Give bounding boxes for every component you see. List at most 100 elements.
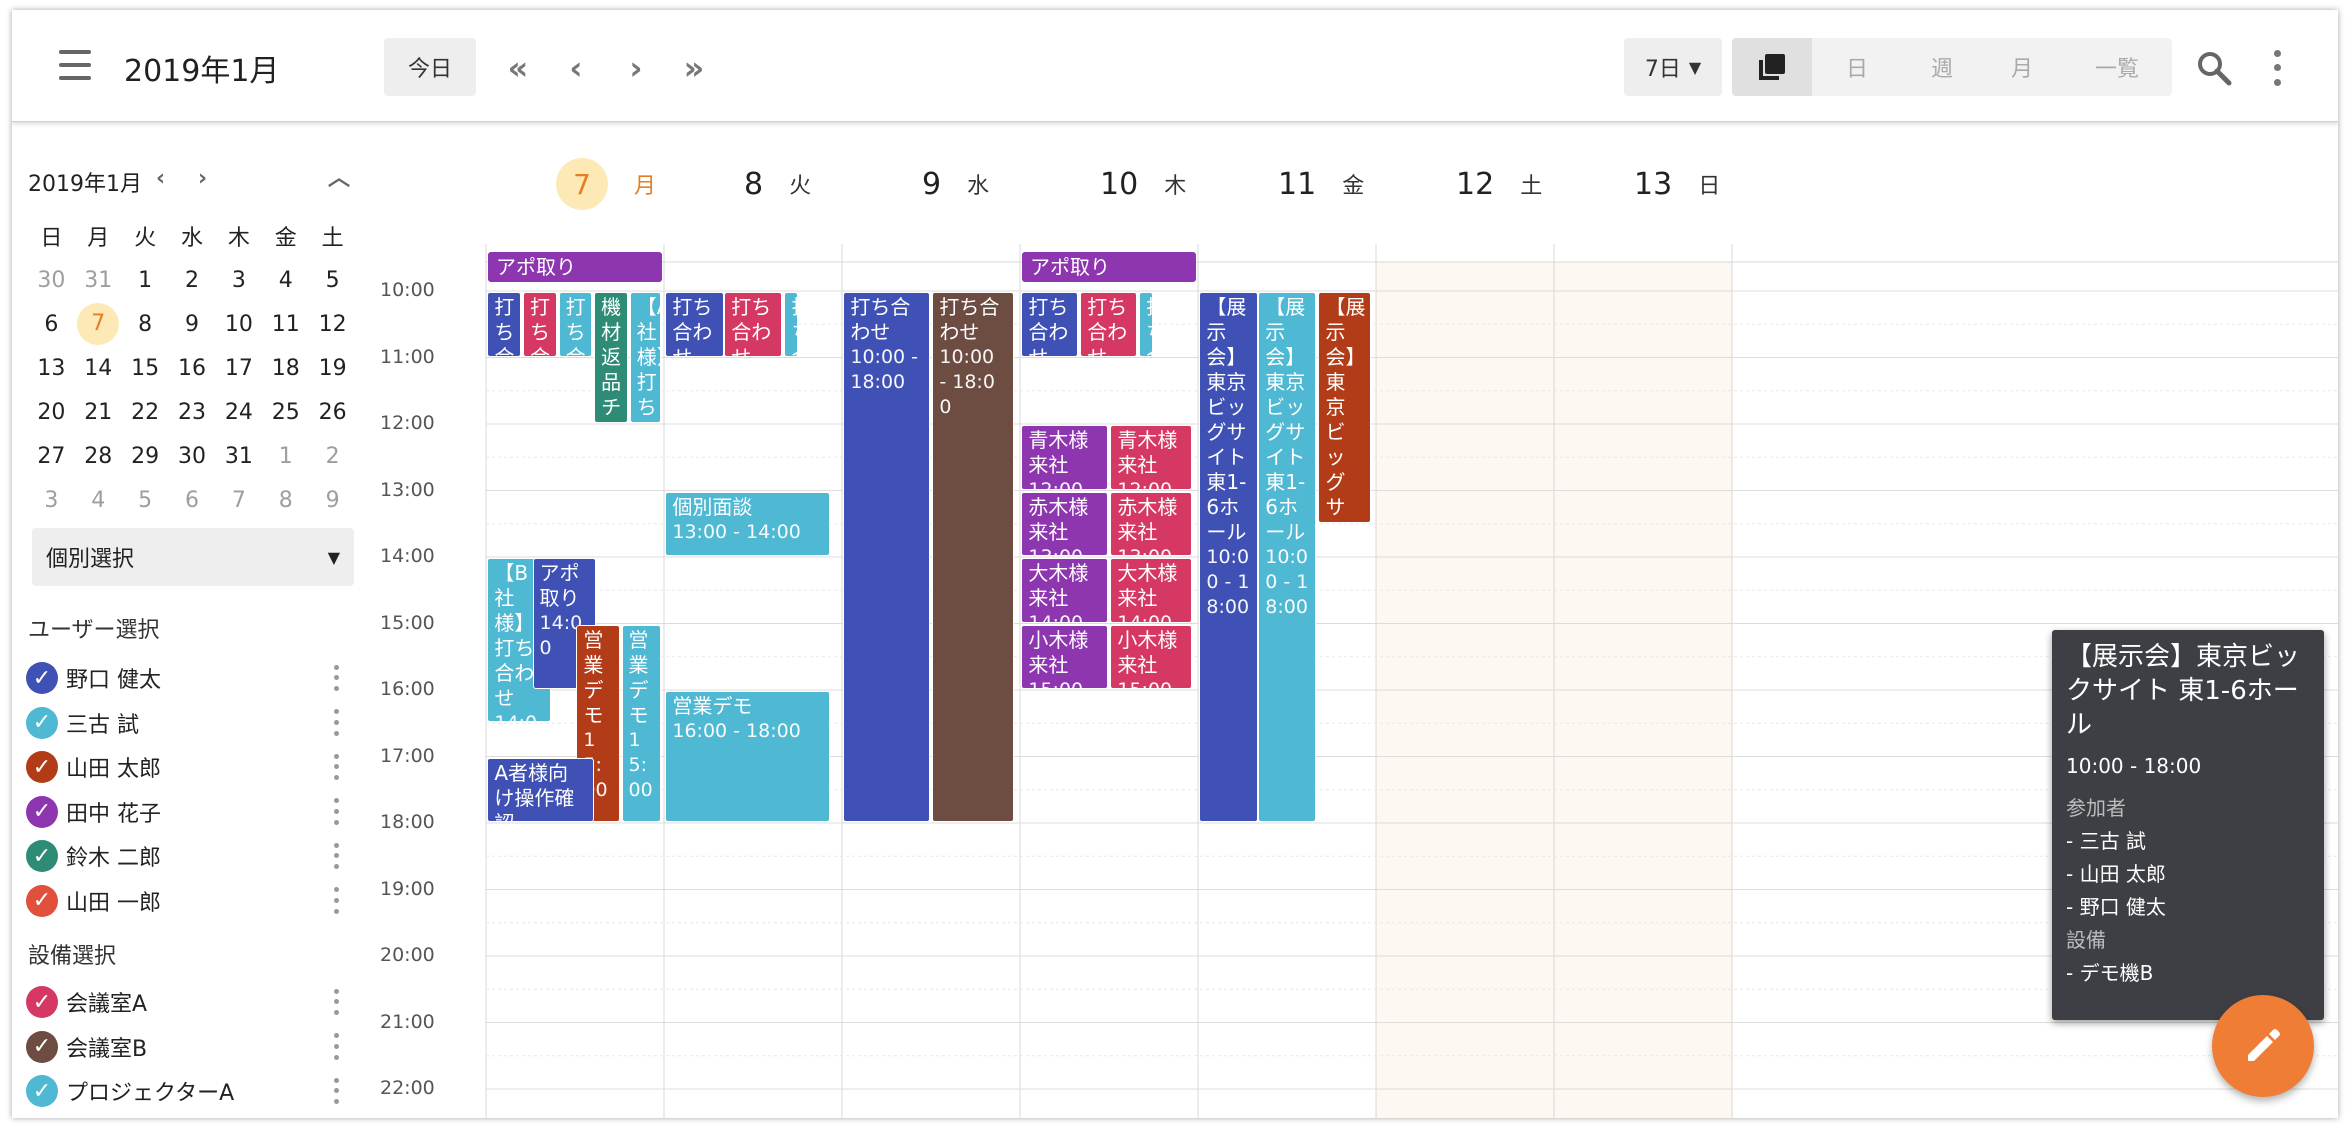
event-block[interactable]: 青木様 来社12:00 - 13:00 xyxy=(1021,425,1109,490)
mini-day-cell[interactable]: 27 xyxy=(28,444,75,469)
day-header[interactable]: 8火 xyxy=(744,162,811,206)
next-icon[interactable]: › xyxy=(614,46,658,90)
more-vert-icon[interactable] xyxy=(326,1075,346,1107)
checkbox-icon[interactable]: ✓ xyxy=(26,1030,58,1063)
search-icon[interactable] xyxy=(2192,46,2236,90)
prev-month-icon[interactable]: « xyxy=(496,46,540,90)
event-block[interactable]: 【展示会】東京ビッグサイト 東1-6ホール10:00 - 18:00 xyxy=(1258,292,1317,822)
day-header[interactable]: 11 金 xyxy=(1278,162,1364,206)
event-block[interactable]: 打ち合わせ10:00 xyxy=(1080,292,1138,357)
collapse-icon[interactable]: ︿ xyxy=(328,160,350,192)
event-block[interactable]: 打ち合わせ xyxy=(1139,292,1154,357)
mini-day-cell[interactable]: 22 xyxy=(122,400,169,425)
multi-view-button[interactable] xyxy=(1732,38,1812,96)
individual-select[interactable]: 個別選択 ▼ xyxy=(32,528,354,586)
mini-day-cell[interactable]: 13 xyxy=(28,356,75,381)
mini-day-cell[interactable]: 7 xyxy=(215,488,262,513)
prev-icon[interactable]: ‹ xyxy=(554,46,598,90)
event-block[interactable]: 打ち合わせ 10:00 - 18:00 xyxy=(843,292,931,822)
mini-day-cell[interactable]: 4 xyxy=(262,268,309,293)
today-button[interactable]: 今日 xyxy=(384,38,476,96)
more-vert-icon[interactable] xyxy=(326,662,346,694)
mini-day-cell[interactable]: 10 xyxy=(215,312,262,337)
mini-day-cell[interactable]: 31 xyxy=(215,444,262,469)
mini-day-cell[interactable]: 1 xyxy=(122,268,169,293)
more-vert-icon[interactable] xyxy=(326,796,346,828)
users-row[interactable]: ✓ 鈴木 二郎 xyxy=(26,836,346,876)
more-vert-icon[interactable] xyxy=(2262,46,2292,90)
event-block[interactable]: 打ち合わせ xyxy=(784,292,799,357)
mini-day-cell[interactable]: 3 xyxy=(215,268,262,293)
mini-day-cell[interactable]: 28 xyxy=(75,444,122,469)
mini-day-cell[interactable]: 12 xyxy=(309,312,356,337)
mini-day-cell[interactable]: 4 xyxy=(75,488,122,513)
event-block[interactable]: 打ち合わせ10:00 xyxy=(665,292,724,357)
checkbox-icon[interactable]: ✓ xyxy=(26,662,58,694)
event-block[interactable]: 【展示会】東京ビッグサイト 東1-6ホール10:00 - 18:00 xyxy=(1199,292,1258,822)
more-vert-icon[interactable] xyxy=(326,840,346,872)
event-block[interactable]: 機材返品チェック10:00 xyxy=(594,292,628,423)
view-week-button[interactable]: 週 xyxy=(1902,38,1982,96)
users-row[interactable]: ✓ 山田 太郎 xyxy=(26,747,346,787)
mini-day-cell[interactable]: 30 xyxy=(28,268,75,293)
event-block[interactable]: 【展示会】東京ビッグサイト 東1-6ホール10:00 - 18:00 xyxy=(1318,292,1372,523)
checkbox-icon[interactable]: ✓ xyxy=(26,884,58,917)
checkbox-icon[interactable]: ✓ xyxy=(26,1075,58,1107)
mini-day-cell[interactable]: 2 xyxy=(169,268,216,293)
mini-day-cell[interactable]: 21 xyxy=(75,400,122,425)
mini-day-cell[interactable]: 3 xyxy=(28,488,75,513)
event-block[interactable]: 小木様来社15:00 - 16:00 xyxy=(1110,624,1192,689)
mini-day-cell[interactable]: 9 xyxy=(169,312,216,337)
equipment-row[interactable]: ✓ 会議室A xyxy=(26,982,346,1022)
next-month-icon[interactable]: » xyxy=(672,46,716,90)
event-block[interactable]: 打ち合わせ xyxy=(522,292,557,357)
checkbox-icon[interactable]: ✓ xyxy=(26,986,58,1018)
mini-prev-icon[interactable]: ‹ xyxy=(156,166,165,191)
day-header[interactable]: 13 日 xyxy=(1634,162,1720,206)
mini-day-cell[interactable]: 19 xyxy=(309,356,356,381)
checkbox-icon[interactable]: ✓ xyxy=(26,840,58,872)
users-row[interactable]: ✓ 三古 試 xyxy=(26,703,346,743)
more-vert-icon[interactable] xyxy=(326,751,346,783)
event-block[interactable]: 小木様 来社15:00 - 16:00 xyxy=(1021,624,1109,689)
mini-day-cell[interactable]: 8 xyxy=(262,488,309,513)
equipment-row[interactable]: ✓ 会議室B xyxy=(26,1027,346,1067)
event-block[interactable]: 大木様 来社14:00 - 15:00 xyxy=(1021,558,1109,623)
mini-day-cell[interactable]: 5 xyxy=(122,488,169,513)
mini-day-cell[interactable]: 29 xyxy=(122,444,169,469)
mini-day-cell[interactable]: 24 xyxy=(215,400,262,425)
event-block[interactable]: 赤木様来社13:00 - 14:00 xyxy=(1110,491,1192,556)
mini-day-cell[interactable]: 23 xyxy=(169,400,216,425)
event-block[interactable]: A者様向け操作確認17:00 - 18:00 xyxy=(487,757,594,822)
more-vert-icon[interactable] xyxy=(326,1031,346,1063)
view-day-button[interactable]: 日 xyxy=(1812,38,1902,96)
checkbox-icon[interactable]: ✓ xyxy=(26,706,58,739)
mini-day-cell[interactable]: 6 xyxy=(169,488,216,513)
event-block[interactable]: 営業デモ 16:00 - 18:00 xyxy=(665,691,831,822)
checkbox-icon[interactable]: ✓ xyxy=(26,795,58,828)
mini-day-cell[interactable]: 17 xyxy=(215,356,262,381)
checkbox-icon[interactable]: ✓ xyxy=(26,751,58,783)
event-block[interactable]: 打ち合わせ xyxy=(487,292,521,357)
users-row[interactable]: ✓ 山田 一郎 xyxy=(26,881,346,921)
allday-event[interactable]: アポ取り xyxy=(1022,252,1196,282)
event-block[interactable]: 赤木様 来社13:00 - 14:00 xyxy=(1021,491,1109,556)
mini-day-cell[interactable]: 14 xyxy=(75,356,122,381)
day-header[interactable]: 9水 xyxy=(922,162,989,206)
mini-day-cell[interactable]: 30 xyxy=(169,444,216,469)
event-block[interactable]: 【A社様】打ち xyxy=(629,292,661,423)
day-header[interactable]: 10 木 xyxy=(1100,162,1186,206)
more-vert-icon[interactable] xyxy=(326,986,346,1018)
mini-day-cell[interactable]: 7 xyxy=(75,303,122,345)
mini-day-cell[interactable]: 1 xyxy=(262,444,309,469)
mini-day-cell[interactable]: 31 xyxy=(75,268,122,293)
equipment-row[interactable]: ✓ プロジェクターA xyxy=(26,1071,346,1111)
mini-day-cell[interactable]: 20 xyxy=(28,400,75,425)
mini-day-cell[interactable]: 15 xyxy=(122,356,169,381)
more-vert-icon[interactable] xyxy=(326,707,346,739)
event-block[interactable]: 打ち合わせ10:00 xyxy=(1021,292,1079,357)
users-row[interactable]: ✓ 田中 花子 xyxy=(26,792,346,832)
days-select[interactable]: 7日 ▼ xyxy=(1624,38,1722,96)
mini-day-cell[interactable]: 5 xyxy=(309,268,356,293)
event-block[interactable]: 営業デモ15:00 xyxy=(621,624,661,822)
